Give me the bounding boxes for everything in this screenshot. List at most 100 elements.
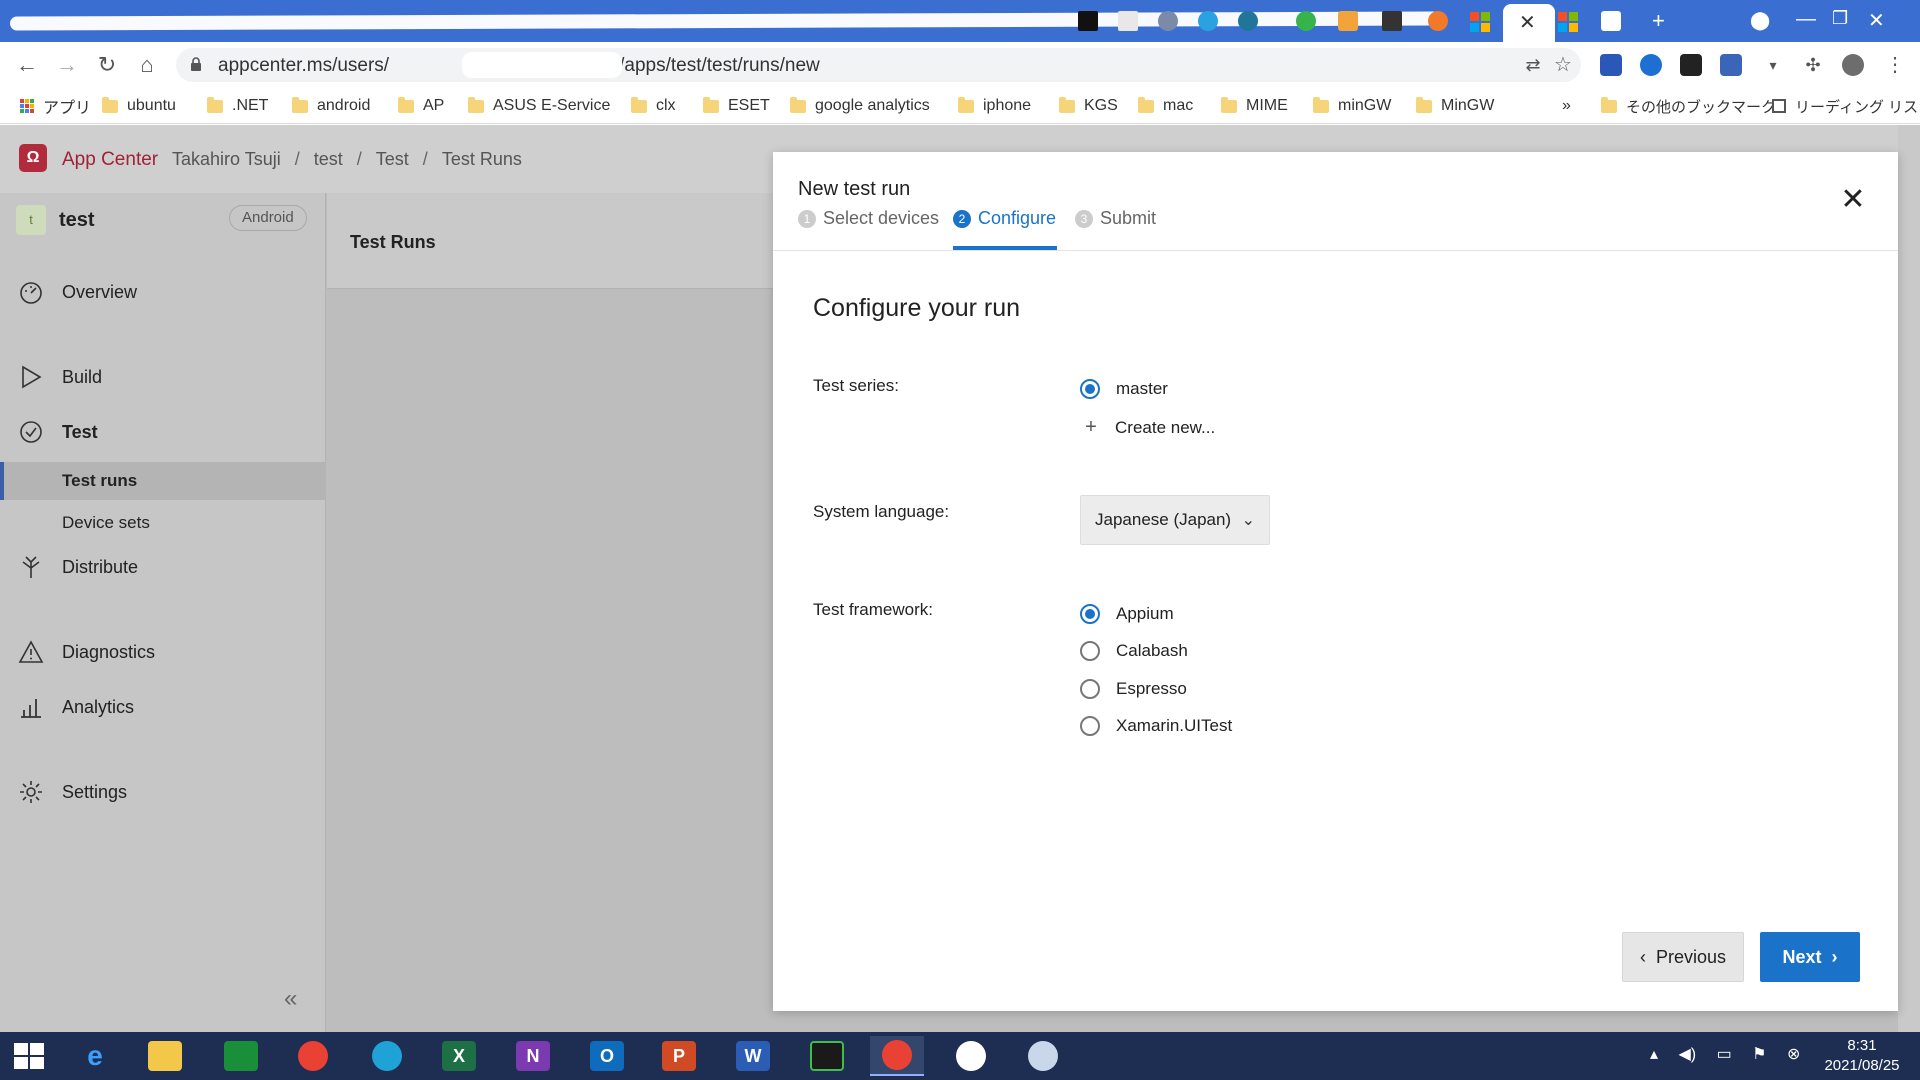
outlook-icon[interactable]: O xyxy=(580,1036,634,1076)
window-close-icon[interactable]: ✕ xyxy=(1868,8,1885,33)
breadcrumb-item[interactable]: Takahiro Tsuji xyxy=(172,149,281,169)
test-series-option-master[interactable]: master xyxy=(1080,376,1168,402)
bookmark-folder[interactable]: android xyxy=(292,94,370,118)
bookmarks-overflow-button[interactable]: » xyxy=(1562,94,1571,118)
extension-icon[interactable] xyxy=(1600,54,1622,76)
bookmark-folder[interactable]: ASUS E-Service xyxy=(468,94,610,118)
internet-explorer-icon[interactable]: e xyxy=(68,1036,122,1076)
tab-favicon[interactable] xyxy=(1382,11,1402,31)
tab-favicon[interactable] xyxy=(1338,11,1358,31)
app-center-logo-icon[interactable]: Ω xyxy=(19,144,47,172)
chrome-icon[interactable] xyxy=(286,1036,340,1076)
microsoft-logo-icon[interactable] xyxy=(1558,12,1578,32)
system-language-select[interactable]: Japanese (Japan) ⌄ xyxy=(1080,495,1270,545)
extension-icon[interactable] xyxy=(1640,54,1662,76)
sidebar-item-overview[interactable]: Overview xyxy=(0,272,326,312)
step-configure[interactable]: 2 Configure xyxy=(953,208,1056,229)
reload-icon[interactable]: ↻ xyxy=(92,50,122,80)
url-bar[interactable]: appcenter.ms/users//apps/test/test/runs/… xyxy=(176,48,1581,82)
bookmark-folder[interactable]: minGW xyxy=(1313,94,1391,118)
tab-favicon[interactable] xyxy=(1118,11,1138,31)
extension-icon[interactable] xyxy=(1720,54,1742,76)
bookmark-folder[interactable]: clx xyxy=(631,94,676,118)
dropdown-icon[interactable]: ▾ xyxy=(1758,50,1788,80)
bookmark-folder[interactable]: ubuntu xyxy=(102,94,176,118)
bookmark-folder[interactable]: .NET xyxy=(207,94,268,118)
radio-button[interactable] xyxy=(1080,679,1100,699)
microsoft-logo-icon[interactable] xyxy=(1470,12,1490,32)
tab-favicon[interactable] xyxy=(1158,11,1178,31)
tray-overflow-icon[interactable]: ▴ xyxy=(1650,1046,1658,1063)
step-select-devices[interactable]: 1 Select devices xyxy=(798,208,939,229)
kebab-menu-icon[interactable]: ⋮ xyxy=(1880,50,1910,80)
radio-button[interactable] xyxy=(1080,604,1100,624)
restore-icon[interactable]: ❐ xyxy=(1832,8,1848,29)
word-icon[interactable]: W xyxy=(726,1036,780,1076)
tab-favicon[interactable] xyxy=(1198,11,1218,31)
app-icon[interactable] xyxy=(800,1036,854,1076)
bookmark-folder[interactable]: google analytics xyxy=(790,94,930,118)
other-bookmarks[interactable]: その他のブックマーク xyxy=(1601,94,1776,118)
forward-icon[interactable]: → xyxy=(52,50,82,80)
sidebar-item-analytics[interactable]: Analytics xyxy=(0,687,326,727)
tab-favicon[interactable] xyxy=(1238,11,1258,31)
reading-list[interactable]: リーディング リスト xyxy=(1772,94,1920,118)
tab-favicon[interactable] xyxy=(1078,11,1098,31)
breadcrumb-item[interactable]: Test xyxy=(376,149,409,169)
powerpoint-icon[interactable]: P xyxy=(652,1036,706,1076)
minimize-icon[interactable]: — xyxy=(1796,8,1816,31)
file-explorer-icon[interactable] xyxy=(138,1036,192,1076)
taskbar-clock[interactable]: 8:31 2021/08/25 xyxy=(1808,1036,1916,1076)
windows-start-icon[interactable] xyxy=(2,1036,56,1076)
app-name[interactable]: test xyxy=(59,209,95,232)
sidebar-item-diagnostics[interactable]: Diagnostics xyxy=(0,632,326,672)
close-icon[interactable]: ✕ xyxy=(1837,184,1869,216)
breadcrumb-item[interactable]: test xyxy=(314,149,343,169)
system-tray[interactable]: ▴ ◀) ▭ ⚑ ⊗ xyxy=(1650,1044,1800,1064)
app-avatar[interactable]: t xyxy=(16,205,46,235)
framework-option-calabash[interactable]: Calabash xyxy=(1080,638,1188,664)
edge-icon[interactable] xyxy=(360,1036,414,1076)
sidebar-item-build[interactable]: Build xyxy=(0,357,326,397)
close-circle-icon[interactable]: ⊗ xyxy=(1787,1046,1800,1063)
sidebar-item-settings[interactable]: Settings xyxy=(0,772,326,812)
tab-close-icon[interactable]: ✕ xyxy=(1519,10,1536,35)
tab-favicon[interactable] xyxy=(1296,11,1316,31)
paint-icon[interactable] xyxy=(1016,1036,1070,1076)
sidebar-subitem-device-sets[interactable]: Device sets xyxy=(0,504,326,542)
framework-option-xamarin-uitest[interactable]: Xamarin.UITest xyxy=(1080,713,1232,739)
app-icon[interactable] xyxy=(944,1036,998,1076)
network-icon[interactable]: ▭ xyxy=(1717,1046,1732,1063)
bookmark-folder[interactable]: KGS xyxy=(1059,94,1118,118)
volume-icon[interactable]: ◀) xyxy=(1678,1046,1696,1063)
home-icon[interactable]: ⌂ xyxy=(132,50,162,80)
framework-option-espresso[interactable]: Espresso xyxy=(1080,676,1187,702)
create-new-series-button[interactable]: + Create new... xyxy=(1081,416,1215,439)
puzzle-extensions-icon[interactable]: ✣ xyxy=(1798,50,1828,80)
sidebar-subitem-test-runs[interactable]: Test runs xyxy=(0,462,326,500)
chrome-active-icon[interactable] xyxy=(870,1036,924,1076)
onenote-icon[interactable]: N xyxy=(506,1036,560,1076)
bookmark-folder[interactable]: MinGW xyxy=(1416,94,1494,118)
framework-option-appium[interactable]: Appium xyxy=(1080,601,1174,627)
bookmark-folder[interactable]: ESET xyxy=(703,94,770,118)
bookmark-folder[interactable]: mac xyxy=(1138,94,1193,118)
sidebar-item-distribute[interactable]: Distribute xyxy=(0,547,326,587)
translate-icon[interactable]: ⇄ xyxy=(1518,50,1548,80)
sidebar-item-test[interactable]: Test xyxy=(0,412,326,452)
notification-icon[interactable]: ⚑ xyxy=(1752,1046,1766,1063)
breadcrumb-item[interactable]: Test Runs xyxy=(442,149,522,169)
bookmark-folder[interactable]: iphone xyxy=(958,94,1031,118)
radio-button[interactable] xyxy=(1080,379,1100,399)
tab-favicon[interactable] xyxy=(1601,11,1621,31)
tab-favicon[interactable] xyxy=(1428,11,1448,31)
store-icon[interactable] xyxy=(214,1036,268,1076)
back-icon[interactable]: ← xyxy=(12,50,42,80)
radio-button[interactable] xyxy=(1080,716,1100,736)
profile-avatar[interactable] xyxy=(1842,54,1864,76)
collapse-sidebar-icon[interactable]: « xyxy=(284,985,297,1013)
next-button[interactable]: Next › xyxy=(1760,932,1860,982)
brand-name[interactable]: App Center xyxy=(62,149,158,171)
step-submit[interactable]: 3 Submit xyxy=(1075,208,1156,229)
previous-button[interactable]: ‹ Previous xyxy=(1622,932,1744,982)
